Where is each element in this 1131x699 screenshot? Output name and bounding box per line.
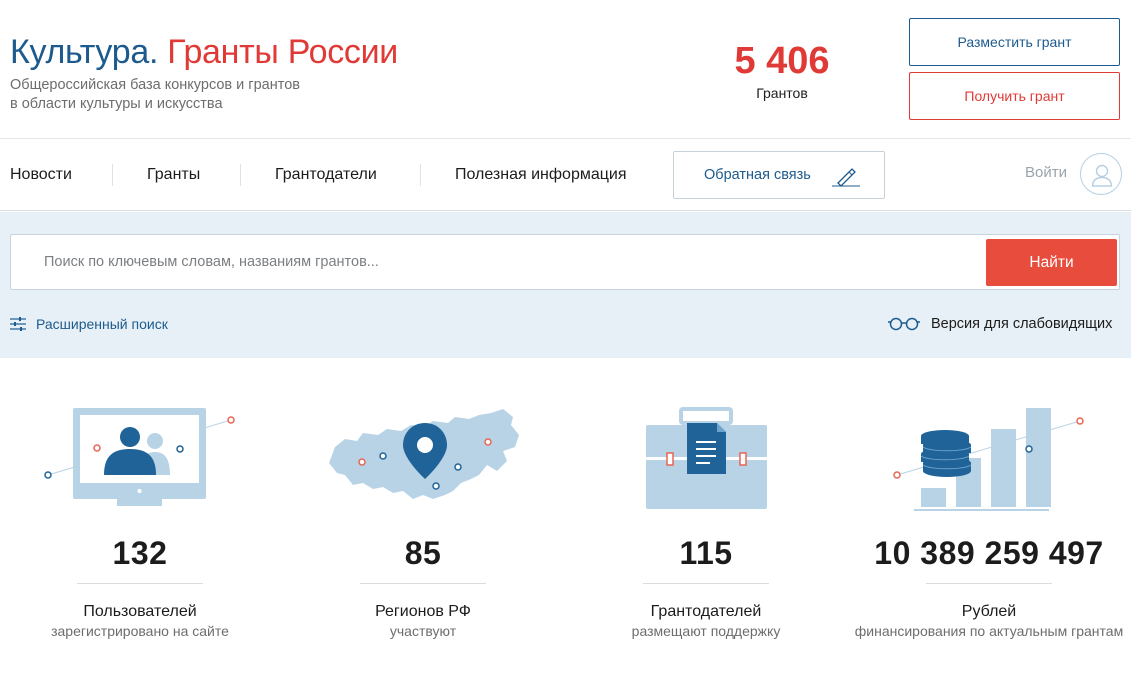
post-grant-button[interactable]: Разместить грант bbox=[909, 18, 1120, 66]
user-avatar-icon[interactable] bbox=[1080, 153, 1122, 195]
search-input[interactable] bbox=[12, 236, 982, 288]
stat-value: 132 bbox=[112, 535, 168, 571]
feedback-button[interactable]: Обратная связь bbox=[673, 151, 885, 199]
nav-item-useful-info[interactable]: Полезная информация bbox=[455, 165, 627, 185]
site-logo[interactable]: Культура. Гранты России bbox=[10, 32, 398, 72]
nav-divider bbox=[240, 164, 241, 186]
stat-divider bbox=[926, 583, 1052, 584]
stat-title: Рублей bbox=[961, 603, 1017, 620]
feedback-label: Обратная связь bbox=[704, 167, 811, 183]
grants-count-label: Грантов bbox=[756, 85, 808, 101]
brand-title-part1: Культура. bbox=[10, 33, 159, 71]
users-monitor-icon bbox=[44, 408, 235, 506]
stat-grantors: 115 Грантодателей размещают поддержку bbox=[566, 395, 846, 675]
stat-description: зарегистрировано на сайте bbox=[51, 623, 229, 639]
nav-item-grants[interactable]: Гранты bbox=[147, 165, 200, 185]
user-icon bbox=[1091, 164, 1113, 187]
grants-counter: 5 406 Грантов bbox=[712, 40, 852, 102]
stat-divider bbox=[77, 583, 203, 584]
search-section: Найти Расширенный поиск Версия для слабо… bbox=[0, 212, 1131, 358]
stat-value: 10 389 259 497 bbox=[874, 535, 1104, 571]
stat-users: 132 Пользователей зарегистрировано на са… bbox=[0, 395, 280, 675]
stat-title: Пользователей bbox=[83, 603, 197, 620]
stat-title: Грантодателей bbox=[650, 603, 762, 620]
advanced-search-label: Расширенный поиск bbox=[36, 316, 168, 332]
stat-description: финансирования по актуальным грантам bbox=[854, 623, 1124, 639]
accessibility-version-label: Версия для слабовидящих bbox=[931, 316, 1113, 332]
coins-chart-icon bbox=[893, 408, 1084, 511]
stat-value: 85 bbox=[404, 535, 442, 571]
stat-divider bbox=[360, 583, 486, 584]
briefcase-document-icon bbox=[646, 407, 767, 509]
pencil-icon bbox=[832, 168, 860, 187]
nav-divider bbox=[420, 164, 421, 186]
subtitle-line-2: в области культуры и искусства bbox=[10, 96, 223, 112]
site-header: Культура. Гранты России Общероссийская б… bbox=[0, 0, 1131, 139]
filter-sliders-icon bbox=[10, 317, 26, 331]
stat-value: 115 bbox=[679, 535, 733, 571]
stat-title: Регионов РФ bbox=[375, 603, 471, 620]
stat-divider bbox=[643, 583, 769, 584]
site-subtitle: Общероссийская база конкурсов и грантов … bbox=[10, 76, 370, 114]
get-grant-button[interactable]: Получить грант bbox=[909, 72, 1120, 120]
stat-regions: 85 Регионов РФ участвуют bbox=[283, 395, 563, 675]
subtitle-line-1: Общероссийская база конкурсов и грантов bbox=[10, 77, 300, 93]
accessibility-version-link[interactable]: Версия для слабовидящих bbox=[888, 315, 1120, 335]
grants-count: 5 406 bbox=[734, 40, 830, 82]
glasses-icon bbox=[888, 317, 920, 331]
russia-map-pin-icon bbox=[329, 409, 519, 499]
stat-description: размещают поддержку bbox=[631, 623, 781, 639]
nav-item-news[interactable]: Новости bbox=[10, 165, 72, 185]
login-link[interactable]: Войти bbox=[1025, 164, 1067, 181]
nav-item-grantors[interactable]: Грантодатели bbox=[275, 165, 377, 185]
brand-title-part2: Гранты России bbox=[167, 33, 398, 71]
main-nav: Новости Гранты Грантодатели Полезная инф… bbox=[0, 139, 1131, 211]
nav-divider bbox=[112, 164, 113, 186]
stat-rubles: 10 389 259 497 Рублей финансирования по … bbox=[849, 395, 1129, 675]
search-button[interactable]: Найти bbox=[986, 239, 1117, 286]
search-box: Найти bbox=[10, 234, 1120, 290]
stat-description: участвуют bbox=[389, 623, 457, 639]
